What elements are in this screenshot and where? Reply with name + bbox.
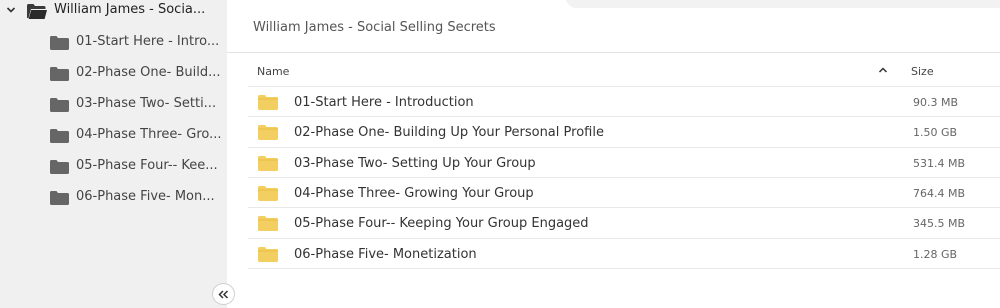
folder-icon (258, 156, 278, 171)
collapse-sidebar-button[interactable] (212, 283, 235, 305)
sidebar-item-label: 05-Phase Four-- Kee... (76, 158, 218, 173)
folder-tree-sidebar: William James - Socia... 01-Start Here -… (0, 0, 227, 308)
table-row[interactable]: 01-Start Here - Introduction 90.3 MB (248, 86, 1000, 117)
table-row[interactable]: 02-Phase One- Building Up Your Personal … (248, 116, 1000, 147)
table-row[interactable]: 04-Phase Three- Growing Your Group 764.4… (248, 177, 1000, 208)
sidebar-item-02[interactable]: 02-Phase One- Build... (0, 59, 227, 89)
file-name[interactable]: 04-Phase Three- Growing Your Group (294, 186, 534, 201)
table-header: Name Size (248, 58, 1000, 85)
folder-icon (258, 186, 278, 201)
folder-icon (50, 160, 69, 174)
folder-open-icon (27, 4, 47, 19)
double-chevron-left-icon (218, 289, 229, 299)
sidebar-item-label: 06-Phase Five- Mon... (76, 189, 215, 204)
folder-icon (258, 95, 278, 110)
file-name[interactable]: 03-Phase Two- Setting Up Your Group (294, 156, 536, 171)
sidebar-item-label: 01-Start Here - Intro... (76, 34, 220, 49)
sidebar-item-label: 02-Phase One- Build... (76, 65, 221, 80)
file-size: 531.4 MB (913, 157, 966, 170)
file-size: 345.5 MB (913, 217, 966, 230)
search-bar[interactable] (566, 0, 1000, 8)
file-size: 1.28 GB (913, 248, 958, 261)
folder-icon (50, 67, 69, 81)
folder-icon (50, 36, 69, 50)
file-size: 1.50 GB (913, 126, 958, 139)
folder-icon (50, 129, 69, 143)
file-size: 90.3 MB (913, 96, 959, 109)
sidebar-item-label: 04-Phase Three- Gro... (76, 127, 222, 142)
sidebar-item-06[interactable]: 06-Phase Five- Mon... (0, 183, 227, 213)
divider (248, 268, 1000, 269)
file-name[interactable]: 01-Start Here - Introduction (294, 95, 474, 110)
folder-icon (258, 125, 278, 140)
chevron-up-icon[interactable] (878, 65, 888, 75)
table-row[interactable]: 03-Phase Two- Setting Up Your Group 531.… (248, 147, 1000, 178)
file-name[interactable]: 06-Phase Five- Monetization (294, 247, 477, 262)
column-header-name[interactable]: Name (257, 65, 289, 78)
folder-icon (50, 191, 69, 205)
folder-icon (258, 247, 278, 262)
breadcrumb: William James - Social Selling Secrets (253, 20, 496, 35)
sidebar-item-05[interactable]: 05-Phase Four-- Kee... (0, 152, 227, 182)
table-row[interactable]: 06-Phase Five- Monetization 1.28 GB (248, 238, 1000, 269)
folder-icon (258, 216, 278, 231)
table-row[interactable]: 05-Phase Four-- Keeping Your Group Engag… (248, 207, 1000, 238)
sidebar-item-01[interactable]: 01-Start Here - Intro... (0, 28, 227, 58)
divider (227, 52, 1000, 53)
sidebar-item-03[interactable]: 03-Phase Two- Setti... (0, 90, 227, 120)
tree-root-label: William James - Socia... (54, 2, 206, 17)
file-name[interactable]: 05-Phase Four-- Keeping Your Group Engag… (294, 216, 589, 231)
chevron-down-icon[interactable] (6, 5, 16, 15)
file-name[interactable]: 02-Phase One- Building Up Your Personal … (294, 125, 604, 140)
column-header-size[interactable]: Size (911, 65, 934, 78)
folder-icon (50, 98, 69, 112)
tree-root-folder[interactable]: William James - Socia... (0, 0, 227, 22)
file-size: 764.4 MB (913, 187, 966, 200)
sidebar-item-label: 03-Phase Two- Setti... (76, 96, 217, 111)
sidebar-item-04[interactable]: 04-Phase Three- Gro... (0, 121, 227, 151)
